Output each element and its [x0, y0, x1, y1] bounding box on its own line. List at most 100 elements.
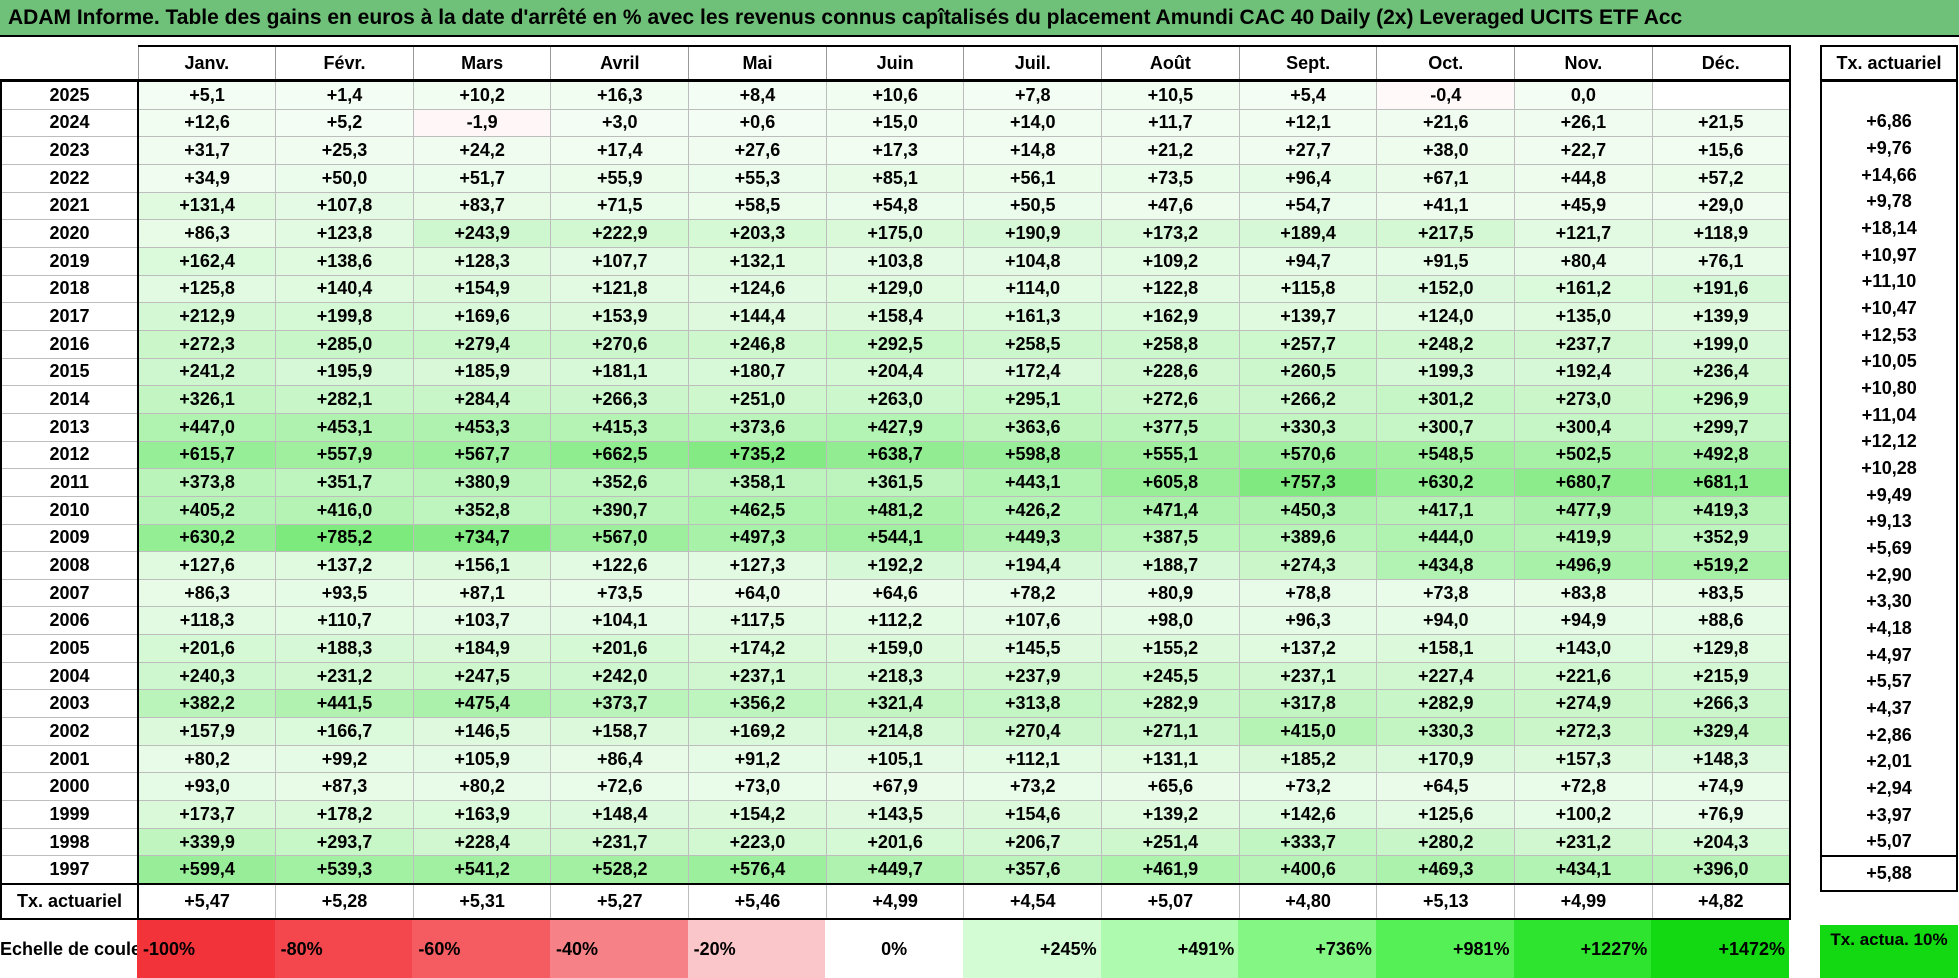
gain-cell: +237,7	[1514, 329, 1653, 359]
tx-row: +10,97	[1820, 241, 1958, 269]
color-scale-swatch: -80%	[274, 920, 413, 978]
year-label: 2002	[0, 717, 139, 746]
gain-cell: +93,0	[137, 772, 277, 802]
gain-cell: +282,1	[275, 385, 414, 414]
tx-value	[1820, 80, 1958, 109]
year-row: 2021 +131,4 +107,8 +83,7 +71,5 +58,5 +54,8 +50,…	[0, 191, 1791, 221]
gain-cell: +266,3	[1651, 689, 1791, 719]
gain-cell: +121,8	[550, 274, 690, 304]
tx-row: +11,10	[1820, 268, 1958, 296]
average-cell: +4,99	[825, 883, 965, 921]
year-label: 2019	[0, 246, 139, 276]
gain-cell: +157,9	[137, 717, 277, 746]
year-label: 2006	[0, 606, 139, 636]
gain-cell: +174,2	[688, 634, 827, 663]
tx-row: +5,57	[1820, 668, 1958, 696]
gain-cell: +161,3	[963, 302, 1103, 331]
year-row: 2024 +12,6 +5,2 -1,9 +3,0 +0,6 +15,0 +14,0 +11,7…	[0, 108, 1791, 138]
gain-cell: +528,2	[550, 855, 690, 885]
gain-cell: +21,2	[1101, 136, 1240, 165]
tx-row: +4,18	[1820, 615, 1958, 642]
gain-cell: +258,5	[963, 329, 1103, 359]
gain-cell: +387,5	[1101, 523, 1240, 553]
gain-cell: +541,2	[412, 855, 552, 885]
gain-cell: +258,8	[1101, 329, 1240, 359]
gain-cell: +615,7	[137, 440, 277, 470]
year-row: 2005 +201,6 +188,3 +184,9 +201,6 +174,2 +159,0…	[0, 634, 1791, 663]
gain-cell: +104,1	[550, 606, 690, 636]
gain-cell: +450,3	[1238, 495, 1378, 525]
gain-cell: +73,8	[1376, 578, 1516, 608]
gain-cell: +272,3	[1514, 717, 1653, 746]
gain-cell: +127,6	[137, 551, 277, 580]
average-cell: +5,27	[550, 883, 690, 921]
gain-cell: +427,9	[825, 412, 965, 442]
gain-cell: +86,3	[137, 578, 277, 608]
gain-cell: +1,4	[275, 80, 414, 110]
gain-cell: +153,9	[550, 302, 690, 331]
gain-cell: +118,3	[137, 606, 277, 636]
year-label: 2005	[0, 634, 139, 663]
gain-cell: +389,6	[1238, 523, 1378, 553]
tx-row: +10,47	[1820, 295, 1958, 322]
year-label: 2004	[0, 661, 139, 691]
gain-cell: +125,6	[1376, 800, 1516, 829]
color-scale-swatch: -100%	[137, 920, 275, 978]
gain-cell: +212,9	[137, 302, 277, 331]
gain-cell: +145,5	[963, 634, 1103, 663]
gain-cell: +131,1	[1101, 744, 1240, 774]
gain-cell: +270,4	[963, 717, 1103, 746]
gain-cell: +73,2	[963, 772, 1103, 802]
gain-cell: +10,5	[1101, 80, 1240, 110]
gain-cell: +638,7	[825, 440, 965, 470]
gain-cell: +139,2	[1101, 800, 1240, 829]
gain-cell: +284,4	[412, 385, 552, 414]
gain-cell: +17,3	[825, 136, 965, 165]
gain-cell: +321,4	[825, 689, 965, 719]
gain-cell: +299,7	[1651, 412, 1791, 442]
gain-cell: +123,8	[275, 219, 414, 248]
tx-row: +3,30	[1820, 588, 1958, 616]
gain-cell: +330,3	[1238, 412, 1378, 442]
report-title: ADAM Informe. Table des gains en euros à…	[0, 0, 1959, 37]
gain-cell: +363,6	[963, 412, 1103, 442]
gain-cell: +201,6	[825, 827, 965, 857]
gain-cell: +94,0	[1376, 606, 1516, 636]
gain-cell: +44,8	[1514, 163, 1653, 193]
gain-cell: +139,9	[1651, 302, 1791, 331]
tx-row: +2,90	[1820, 561, 1958, 589]
gain-cell: +519,2	[1651, 551, 1791, 580]
gain-cell: +143,0	[1514, 634, 1653, 663]
average-cell: +5,07	[1101, 883, 1240, 921]
color-scale-swatch: +1472%	[1651, 920, 1789, 978]
year-row: 2008 +127,6 +137,2 +156,1 +122,6 +127,3 +192,2…	[0, 551, 1791, 580]
gain-cell: +280,2	[1376, 827, 1516, 857]
gain-cell: +51,7	[412, 163, 552, 193]
gain-cell: +444,0	[1376, 523, 1516, 553]
tx-value: +14,66	[1820, 161, 1958, 189]
year-row: 2003 +382,2 +441,5 +475,4 +373,7 +356,2 +321,4…	[0, 689, 1791, 719]
gain-cell: +188,3	[275, 634, 414, 663]
year-label: 2025	[0, 80, 139, 110]
gain-cell: +172,4	[963, 357, 1103, 387]
gain-cell: +567,0	[550, 523, 690, 553]
tx-value: +4,18	[1820, 615, 1958, 642]
gain-cell: +184,9	[412, 634, 552, 663]
gain-cell: +231,2	[1514, 827, 1653, 857]
gain-cell: +237,1	[1238, 661, 1378, 691]
gain-cell: +248,2	[1376, 329, 1516, 359]
gain-cell: +156,1	[412, 551, 552, 580]
gain-cell: +107,8	[275, 191, 414, 221]
tx-row: +2,86	[1820, 721, 1958, 749]
gain-cell: +199,3	[1376, 357, 1516, 387]
gain-cell: +301,2	[1376, 385, 1516, 414]
gain-cell: +161,2	[1514, 274, 1653, 304]
gain-cell: +377,5	[1101, 412, 1240, 442]
gain-cell: +496,9	[1514, 551, 1653, 580]
gain-cell: +243,9	[412, 219, 552, 248]
gain-cell: +326,1	[137, 385, 277, 414]
gain-cell: +415,0	[1238, 717, 1378, 746]
gain-cell: +453,1	[275, 412, 414, 442]
gain-cell: +471,4	[1101, 495, 1240, 525]
gain-cell: +96,4	[1238, 163, 1378, 193]
